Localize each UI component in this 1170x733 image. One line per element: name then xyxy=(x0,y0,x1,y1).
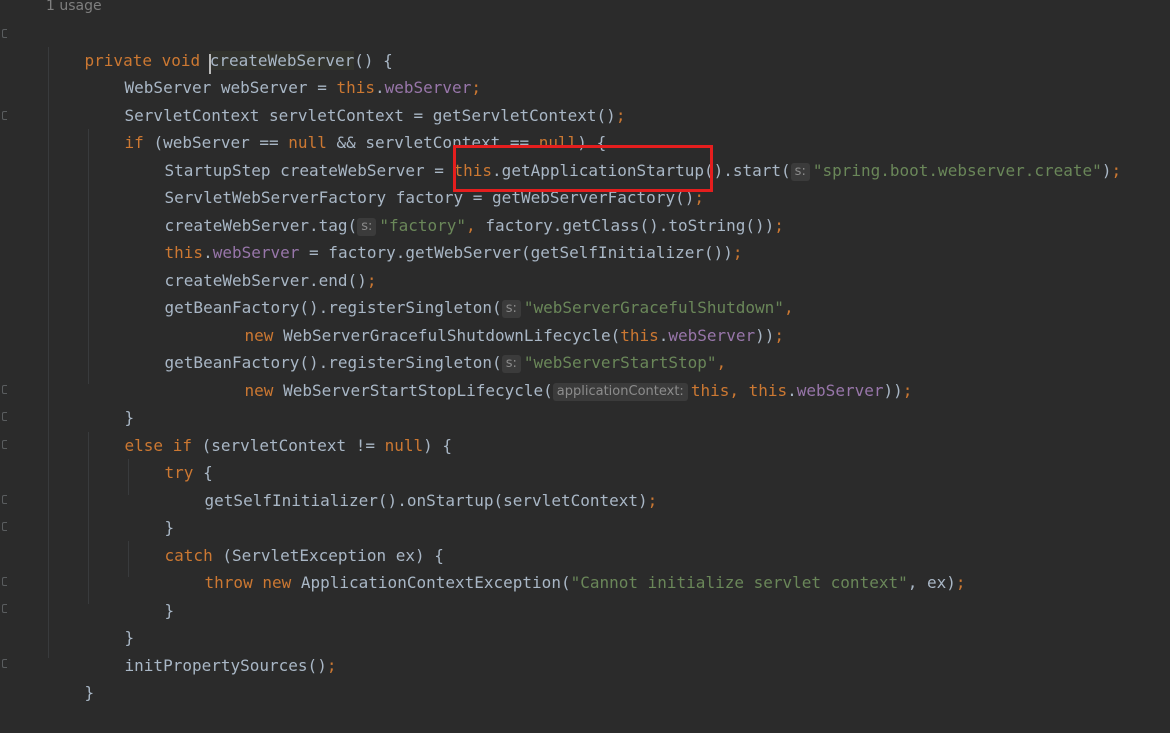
code-semicolon: ; xyxy=(955,573,966,592)
code-text: )) xyxy=(755,326,775,345)
code-line[interactable]: this.webServer = factory.getWebServer(ge… xyxy=(126,212,743,262)
code-keyword: new xyxy=(244,381,284,400)
code-line[interactable]: new WebServerGracefulShutdownLifecycle(t… xyxy=(206,295,784,345)
code-comma: , xyxy=(783,298,794,317)
code-keyword: this xyxy=(748,381,788,400)
usage-count-hint[interactable]: 1 usage xyxy=(46,0,102,15)
indent-guide xyxy=(48,47,49,658)
fold-icon[interactable] xyxy=(2,29,7,38)
code-line[interactable]: getSelfInitializer().onStartup(servletCo… xyxy=(166,460,658,510)
code-text: ApplicationContextException( xyxy=(300,573,571,592)
code-line[interactable]: getBeanFactory().registerSingleton(s: "we… xyxy=(126,322,726,373)
code-semicolon: ; xyxy=(774,216,784,235)
code-semicolon: ; xyxy=(647,491,658,510)
code-line[interactable]: else if (servletContext != null) { xyxy=(86,405,453,455)
code-line[interactable]: } xyxy=(126,570,175,620)
code-text: (servletContext != xyxy=(201,436,385,455)
code-text: , ex) xyxy=(907,573,956,592)
code-keyword: null xyxy=(384,436,424,455)
code-semicolon: ; xyxy=(1111,161,1122,180)
code-string: "spring.boot.webserver.create" xyxy=(812,161,1102,180)
code-text: } xyxy=(84,683,95,702)
code-line[interactable]: } xyxy=(86,377,135,427)
fold-icon[interactable] xyxy=(2,385,7,394)
code-text: WebServerStartStopLifecycle( xyxy=(283,381,553,400)
code-line[interactable]: new WebServerStartStopLifecycle(applicat… xyxy=(206,350,912,401)
fold-icon[interactable] xyxy=(2,111,7,120)
code-semicolon: ; xyxy=(902,381,913,400)
code-line[interactable]: initPropertySources(); xyxy=(86,625,337,675)
code-line[interactable]: createWebServer.end(); xyxy=(126,240,377,290)
code-line[interactable]: if (webServer == null && servletContext … xyxy=(86,102,607,152)
fold-icon[interactable] xyxy=(2,495,7,504)
code-semicolon: ; xyxy=(732,243,743,262)
code-semicolon: ; xyxy=(774,326,784,345)
fold-icon[interactable] xyxy=(2,604,7,613)
fold-icon[interactable] xyxy=(2,412,7,421)
code-text: } xyxy=(164,601,175,620)
parameter-hint: s: xyxy=(790,163,810,181)
fold-icon[interactable] xyxy=(2,522,7,531)
code-text: ) xyxy=(1101,161,1112,180)
code-keyword: this xyxy=(690,381,730,400)
code-text: )) xyxy=(883,381,903,400)
code-text: ) { xyxy=(423,436,453,455)
fold-icon[interactable] xyxy=(2,659,7,668)
code-field: webServer xyxy=(796,381,884,400)
code-keyword: throw new xyxy=(204,573,301,592)
code-editor[interactable]: 1 usage private void createWebServer() {… xyxy=(0,0,1170,702)
parameter-hint: applicationContext: xyxy=(552,383,688,401)
code-line[interactable]: } xyxy=(126,487,175,537)
fold-icon[interactable] xyxy=(2,577,7,586)
code-line[interactable]: WebServer webServer = this.webServer; xyxy=(86,47,481,97)
code-line[interactable]: private void createWebServer() { xyxy=(46,20,393,70)
code-line[interactable]: ServletContext servletContext = getServl… xyxy=(86,75,626,125)
fold-icon[interactable] xyxy=(2,440,7,449)
code-line[interactable]: catch (ServletException ex) { xyxy=(126,515,444,565)
annotation-highlight-box xyxy=(453,145,713,192)
code-text: initPropertySources() xyxy=(124,656,327,675)
code-line[interactable]: throw new ApplicationContextException("C… xyxy=(166,542,966,592)
code-semicolon: ; xyxy=(326,656,337,675)
editor-gutter[interactable] xyxy=(0,0,24,701)
code-semicolon: ; xyxy=(615,106,626,125)
code-line[interactable]: getBeanFactory().registerSingleton(s: "we… xyxy=(126,267,794,318)
code-string: "Cannot initialize servlet context" xyxy=(570,573,908,592)
code-text: getSelfInitializer().onStartup(servletCo… xyxy=(204,491,648,510)
code-text: . xyxy=(787,381,797,400)
code-line[interactable]: } xyxy=(46,652,95,702)
code-comma: , xyxy=(729,381,749,400)
code-line[interactable]: try { xyxy=(126,432,213,482)
code-line[interactable]: } xyxy=(86,597,135,647)
